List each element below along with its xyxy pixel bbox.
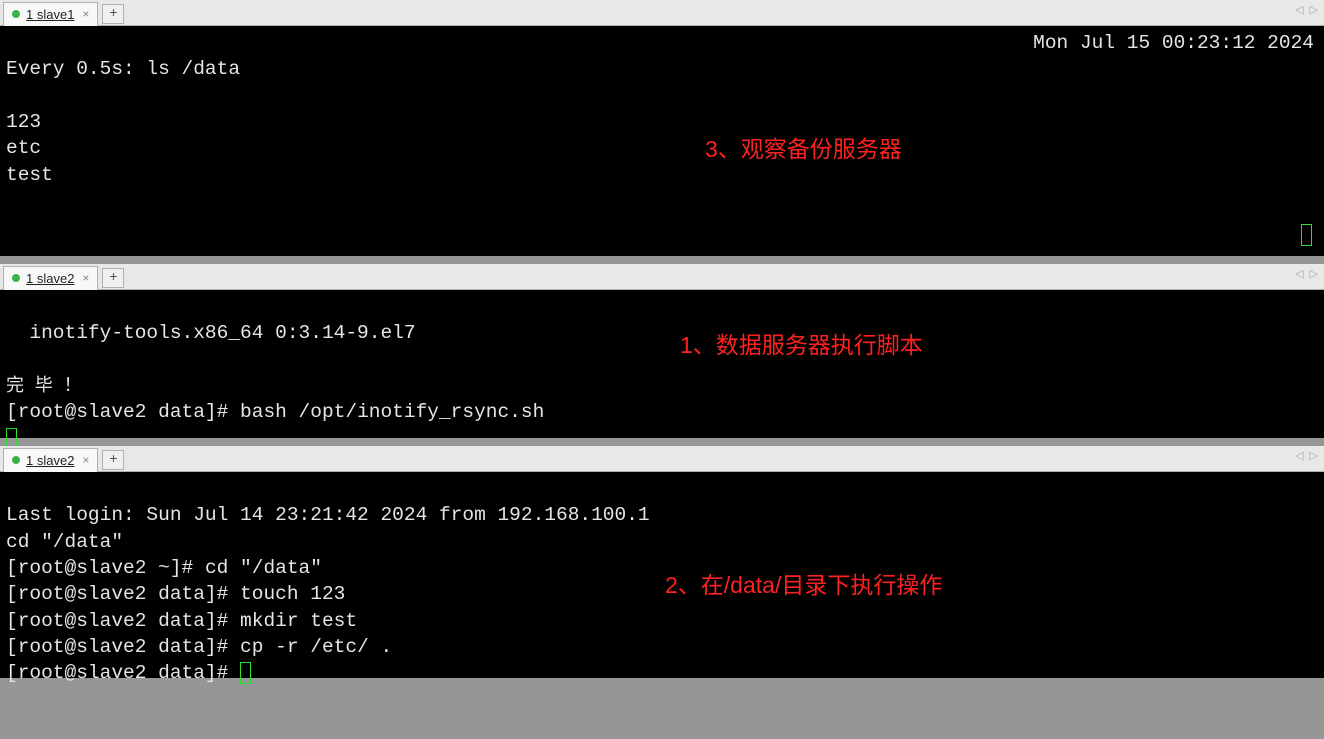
terminal-pane-2: 1 slave2 × + ◁ ▷ inotify-tools.x86_64 0:… [0, 264, 1324, 438]
prompt: [root@slave2 data]# [6, 610, 240, 632]
tab-label: 1 slave2 [26, 453, 74, 468]
chevron-right-icon[interactable]: ▷ [1308, 449, 1320, 463]
ls-output-line: test [6, 164, 53, 186]
tabbar-1: 1 slave1 × + ◁ ▷ [0, 0, 1324, 26]
chevron-right-icon[interactable]: ▷ [1308, 267, 1320, 281]
annotation-2: 2、在/data/目录下执行操作 [665, 570, 942, 601]
status-dot-icon [12, 274, 20, 282]
tabbar-3: 1 slave2 × + ◁ ▷ [0, 446, 1324, 472]
tab-label: 1 slave1 [26, 7, 74, 22]
annotation-3: 3、观察备份服务器 [705, 134, 902, 165]
chevron-left-icon[interactable]: ◁ [1293, 3, 1305, 17]
prompt: [root@slave2 data]# [6, 583, 240, 605]
output-line: inotify-tools.x86_64 0:3.14-9.el7 [6, 322, 416, 344]
login-line: Last login: Sun Jul 14 23:21:42 2024 fro… [6, 504, 650, 526]
close-icon[interactable]: × [80, 7, 91, 21]
status-dot-icon [12, 10, 20, 18]
chevron-left-icon[interactable]: ◁ [1293, 449, 1305, 463]
tab-label: 1 slave2 [26, 271, 74, 286]
terminal-output-2[interactable]: inotify-tools.x86_64 0:3.14-9.el7 完 毕 ！ … [0, 290, 1324, 438]
tabbar-2: 1 slave2 × + ◁ ▷ [0, 264, 1324, 290]
terminal-output-1[interactable]: Every 0.5s: ls /data Mon Jul 15 00:23:12 … [0, 26, 1324, 256]
chevron-right-icon[interactable]: ▷ [1308, 3, 1320, 17]
add-tab-button[interactable]: + [102, 4, 124, 24]
ls-output-line: etc [6, 137, 41, 159]
tab-nav-arrows: ◁ ▷ [1293, 3, 1320, 17]
tab-nav-arrows: ◁ ▷ [1293, 449, 1320, 463]
terminal-pane-3: 1 slave2 × + ◁ ▷ Last login: Sun Jul 14 … [0, 446, 1324, 678]
watch-timestamp: Mon Jul 15 00:23:12 2024 [1033, 30, 1314, 56]
close-icon[interactable]: × [80, 453, 91, 467]
command-text: touch 123 [240, 583, 345, 605]
add-tab-button[interactable]: + [102, 450, 124, 470]
command-text: cd "/data" [205, 557, 322, 579]
prompt: [root@slave2 ~]# [6, 557, 205, 579]
tab-slave2-b[interactable]: 1 slave2 × [3, 448, 98, 472]
annotation-1: 1、数据服务器执行脚本 [680, 330, 923, 361]
output-line: 完 毕 ！ [6, 377, 82, 397]
tab-nav-arrows: ◁ ▷ [1293, 267, 1320, 281]
tab-slave1[interactable]: 1 slave1 × [3, 2, 98, 26]
tab-slave2[interactable]: 1 slave2 × [3, 266, 98, 290]
prompt: [root@slave2 data]# [6, 636, 240, 658]
ls-output-line: 123 [6, 111, 41, 133]
command-text: mkdir test [240, 610, 357, 632]
cursor-icon [240, 662, 251, 684]
prompt: [root@slave2 data]# [6, 662, 240, 684]
terminal-output-3[interactable]: Last login: Sun Jul 14 23:21:42 2024 fro… [0, 472, 1324, 678]
add-tab-button[interactable]: + [102, 268, 124, 288]
command-text: bash /opt/inotify_rsync.sh [240, 401, 544, 423]
prompt: [root@slave2 data]# [6, 401, 240, 423]
chevron-left-icon[interactable]: ◁ [1293, 267, 1305, 281]
terminal-pane-1: 1 slave1 × + ◁ ▷ Every 0.5s: ls /data Mon… [0, 0, 1324, 256]
output-line: cd "/data" [6, 531, 123, 553]
status-dot-icon [12, 456, 20, 464]
close-icon[interactable]: × [80, 271, 91, 285]
watch-header: Every 0.5s: ls /data [6, 58, 240, 80]
cursor-icon [1301, 224, 1312, 246]
command-text: cp -r /etc/ . [240, 636, 392, 658]
